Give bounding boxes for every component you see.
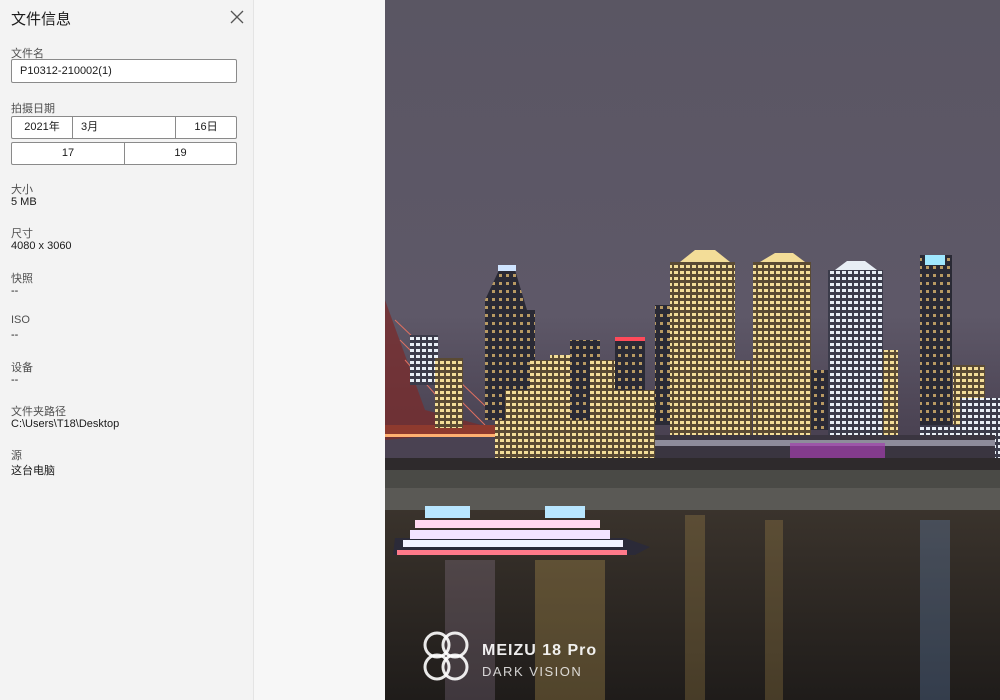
meizu-logo-icon [423, 631, 469, 681]
day-selector[interactable]: 16日 [176, 117, 236, 138]
close-icon [230, 10, 244, 24]
dimensions-value: 4080 x 3060 [11, 240, 72, 252]
photo: MEIZU 18 Pro DARK VISION [385, 0, 1000, 700]
close-button[interactable] [228, 8, 246, 26]
folder-path-label: 文件夹路径 [11, 406, 66, 418]
size-label: 大小 [11, 184, 33, 196]
source-value: 这台电脑 [11, 465, 55, 477]
year-selector[interactable]: 2021年 [12, 117, 73, 138]
watermark-subtitle: DARK VISION [482, 664, 583, 679]
file-info-panel: 文件信息 文件名 P10312-210002(1) 拍摄日期 2021年 3月 … [0, 0, 254, 700]
file-name-field[interactable]: P10312-210002(1) [11, 59, 237, 83]
date-picker[interactable]: 2021年 3月 16日 [11, 116, 237, 139]
iso-label: ISO [11, 314, 30, 326]
snapshot-label: 快照 [11, 273, 33, 285]
dimensions-label: 尺寸 [11, 228, 33, 240]
date-label: 拍摄日期 [11, 103, 55, 115]
watermark-brand: MEIZU 18 Pro [482, 642, 598, 659]
main-towers [670, 250, 883, 440]
panel-title: 文件信息 [11, 11, 72, 28]
snapshot-value: -- [11, 285, 19, 297]
size-value: 5 MB [11, 196, 37, 208]
month-selector[interactable]: 3月 [73, 117, 176, 138]
device-label: 设备 [11, 362, 33, 374]
source-label: 源 [11, 450, 22, 462]
hour-selector[interactable]: 17 [12, 143, 125, 164]
city-night-photo [385, 0, 1000, 700]
image-viewer: MEIZU 18 Pro DARK VISION [254, 0, 1000, 700]
minute-selector[interactable]: 19 [125, 143, 236, 164]
device-value: -- [11, 374, 19, 386]
time-picker[interactable]: 17 19 [11, 142, 237, 165]
folder-path-value: C:\Users\T18\Desktop [11, 418, 120, 430]
iso-value: -- [11, 329, 19, 341]
